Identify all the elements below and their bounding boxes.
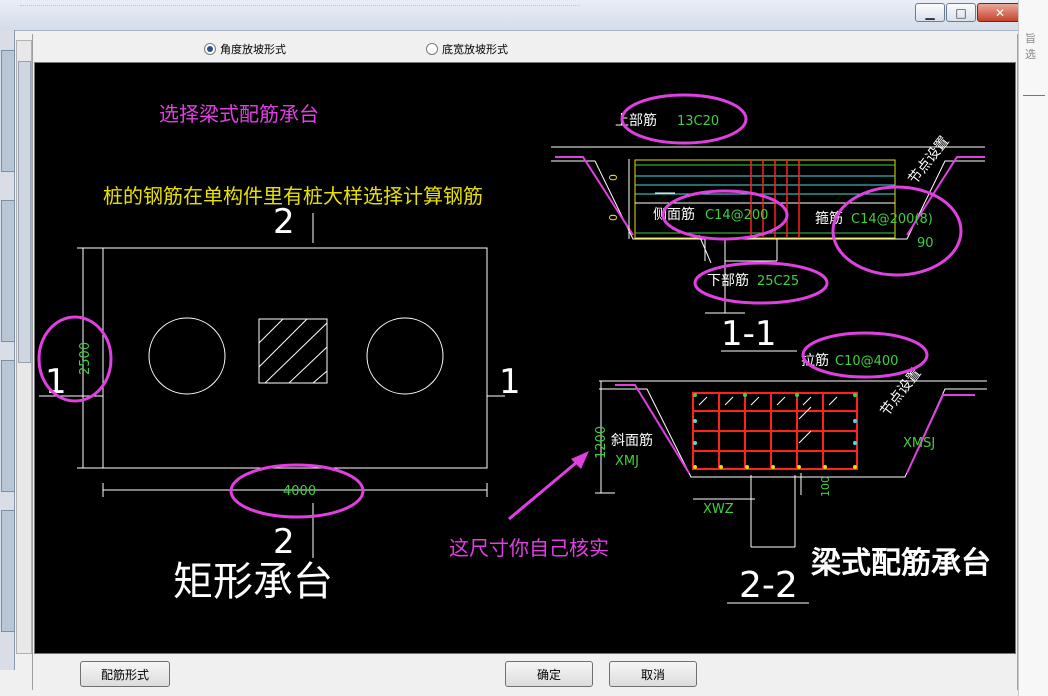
beam-cap-title: 梁式配筋承台: [811, 546, 991, 581]
highlight-height: [37, 315, 113, 403]
cancel-button[interactable]: 取消: [609, 661, 697, 687]
left-panel-block: [1, 360, 15, 492]
vertical-scrollbar[interactable]: [16, 40, 32, 654]
left-panel: [0, 30, 15, 670]
section-22-label: 2-2: [739, 565, 798, 606]
tie-val: C10@400: [835, 354, 898, 369]
right-panel-text: 旨 选: [1025, 32, 1036, 61]
minimize-icon: ▁: [925, 5, 935, 20]
angle-val: 90: [917, 236, 934, 251]
bottom-rebar-label: 下部筋: [707, 272, 749, 289]
node-setting-1: 节点设置: [906, 133, 953, 187]
radio-width-label: 底宽放坡形式: [442, 43, 508, 56]
close-icon: ✕: [994, 5, 1006, 20]
note-check-dim: 这尺寸你自己核实: [449, 536, 609, 560]
side-rebar-label: 侧面筋: [653, 206, 695, 223]
slope-rebar-label: 斜面筋: [611, 432, 653, 449]
radio-width-slope[interactable]: 底宽放坡形式: [426, 41, 508, 57]
left-panel-block: [1, 50, 15, 172]
rebar-form-button[interactable]: 配筋形式: [80, 661, 170, 687]
height-dim-22: 1200: [594, 426, 609, 459]
title-bar: ▁ □ ✕: [0, 0, 1048, 31]
sec-mark-bottom: 2: [273, 522, 295, 562]
scrollbar-thumb[interactable]: [18, 61, 31, 363]
dim-zero-2: 0: [607, 214, 620, 221]
sec-mark-top: 2: [273, 202, 295, 242]
obscured-menu: [20, 5, 580, 16]
ok-button[interactable]: 确定: [505, 661, 593, 687]
drawing-canvas: 选择梁式配筋承台 桩的钢筋在单构件里有桩大样选择计算钢筋 4000 2500 2…: [34, 62, 1016, 654]
window-controls: ▁ □ ✕: [915, 3, 1024, 22]
right-panel-divider: [1023, 95, 1045, 96]
radio-angle-label: 角度放坡形式: [220, 43, 286, 56]
dim-zero-1: 0: [607, 174, 620, 181]
radio-checked-icon: [204, 43, 216, 55]
radio-unchecked-icon: [426, 43, 438, 55]
minimize-button[interactable]: ▁: [915, 3, 945, 22]
arrow: [508, 451, 589, 521]
left-panel-block: [1, 510, 15, 632]
sec-mark-right: 1: [499, 362, 521, 402]
section-11-label: 1-1: [721, 314, 777, 354]
rect-width-dim: 4000: [283, 484, 316, 499]
xmsj-label: XMSJ: [903, 436, 935, 451]
left-panel-block: [1, 200, 15, 342]
dim-100: 100: [819, 476, 832, 497]
rect-height-dim: 2500: [78, 342, 93, 375]
xmj-label: XMJ: [615, 454, 639, 469]
highlight-stirrup: [831, 185, 963, 277]
side-rebar-val: C14@200: [705, 208, 768, 223]
maximize-button[interactable]: □: [946, 3, 976, 22]
note-select-beam: 选择梁式配筋承台: [159, 102, 319, 126]
right-panel: 旨 选: [1018, 0, 1048, 696]
radio-angle-slope[interactable]: 角度放坡形式: [204, 41, 286, 57]
rect-cap-title: 矩形承台: [173, 559, 333, 605]
close-button[interactable]: ✕: [977, 3, 1023, 22]
maximize-icon: □: [955, 5, 967, 20]
bottom-rebar-val: 25C25: [757, 274, 799, 289]
top-rebar-val: 13C20: [677, 114, 719, 129]
stirrup-val: C14@200(8): [851, 212, 933, 227]
xwz-label: XWZ: [703, 502, 734, 517]
cad-drawing: 选择梁式配筋承台 桩的钢筋在单构件里有桩大样选择计算钢筋 4000 2500 2…: [37, 93, 991, 606]
